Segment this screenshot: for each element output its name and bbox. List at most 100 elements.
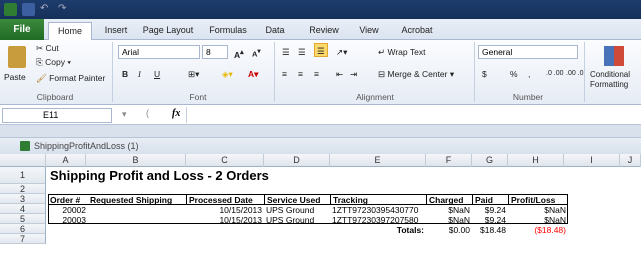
grow-font-icon[interactable]: A▴ <box>234 45 244 60</box>
row-header[interactable]: 6 <box>0 224 46 234</box>
row-header[interactable]: 4 <box>0 204 46 214</box>
function-dropdown[interactable]: ( <box>146 108 149 118</box>
row-header[interactable]: 2 <box>0 184 46 194</box>
paid-cell[interactable]: $9.24 <box>472 205 508 215</box>
number-format-select[interactable]: General <box>478 45 578 59</box>
column-header[interactable]: E <box>330 154 426 167</box>
tab-review[interactable]: Review <box>304 22 344 40</box>
tab-insert[interactable]: Insert <box>96 22 136 40</box>
font-color-icon[interactable]: A▾ <box>248 67 258 81</box>
tab-file[interactable]: File <box>0 19 44 40</box>
currency-button[interactable]: $ <box>482 67 487 81</box>
undo-icon[interactable]: ↶ <box>40 3 53 16</box>
worksheet-grid[interactable]: 1 2 3 4 5 6 7 Shipping Profit and Loss -… <box>0 167 641 259</box>
paste-button[interactable]: Paste <box>4 70 26 84</box>
column-header[interactable]: B <box>86 154 186 167</box>
charged-cell[interactable]: $NaN <box>426 205 472 215</box>
column-header[interactable]: C <box>186 154 264 167</box>
charged-cell[interactable]: $NaN <box>426 215 472 225</box>
column-header[interactable]: J <box>620 154 641 167</box>
excel-icon[interactable] <box>4 3 17 16</box>
copy-icon: ⎘ <box>36 57 46 67</box>
align-bottom-icon[interactable]: ☰ <box>314 43 328 57</box>
tab-data[interactable]: Data <box>260 22 290 40</box>
italic-button[interactable]: I <box>138 67 141 81</box>
header-cell[interactable]: Tracking <box>330 195 370 205</box>
requested-shipping-cell[interactable] <box>88 205 186 215</box>
service-cell[interactable]: UPS Ground <box>264 215 330 225</box>
column-header[interactable]: D <box>264 154 330 167</box>
tab-acrobat[interactable]: Acrobat <box>394 22 440 40</box>
chevron-down-icon[interactable]: ▾ <box>122 109 127 120</box>
row-header[interactable]: 3 <box>0 194 46 204</box>
header-cell[interactable]: Order # <box>48 195 82 205</box>
redo-icon[interactable]: ↷ <box>58 3 71 16</box>
column-header[interactable]: H <box>508 154 564 167</box>
column-header[interactable]: I <box>564 154 620 167</box>
align-center-icon[interactable]: ≡ <box>298 67 303 81</box>
increase-decimal-button[interactable]: .0 .00 <box>546 67 564 81</box>
orientation-icon[interactable]: ↗▾ <box>336 45 347 59</box>
underline-button[interactable]: U <box>154 67 160 81</box>
header-cell[interactable]: Processed Date <box>186 195 255 205</box>
font-name-select[interactable]: Arial <box>118 45 200 59</box>
wrap-text-button[interactable]: ↵ Wrap Text <box>378 45 425 59</box>
tab-page-layout[interactable]: Page Layout <box>138 22 198 40</box>
decrease-decimal-button[interactable]: .00 .0 <box>566 67 584 81</box>
row-header[interactable]: 5 <box>0 214 46 224</box>
borders-icon[interactable]: ⊞▾ <box>188 67 199 81</box>
increase-indent-icon[interactable]: ⇥ <box>350 67 357 81</box>
requested-shipping-cell[interactable] <box>88 215 186 225</box>
tab-view[interactable]: View <box>352 22 386 40</box>
column-header[interactable]: G <box>472 154 508 167</box>
shrink-font-icon[interactable]: A▾ <box>252 45 261 59</box>
percent-button[interactable]: % <box>510 67 518 81</box>
formatting-label[interactable]: Formatting <box>590 78 628 92</box>
profit-cell[interactable]: $NaN <box>508 205 568 215</box>
name-box[interactable]: E11 <box>2 108 112 123</box>
formula-input[interactable] <box>186 107 641 123</box>
total-paid-cell[interactable]: $18.48 <box>472 225 508 235</box>
processed-date-cell[interactable]: 10/15/2013 <box>186 215 264 225</box>
tracking-cell[interactable]: 1ZTT97230397207580 <box>330 215 426 225</box>
service-cell[interactable]: UPS Ground <box>264 205 330 215</box>
align-left-icon[interactable]: ≡ <box>282 67 287 81</box>
align-middle-icon[interactable]: ☰ <box>298 45 306 59</box>
align-top-icon[interactable]: ☰ <box>282 45 290 59</box>
row-header[interactable]: 1 <box>0 167 46 184</box>
decrease-indent-icon[interactable]: ⇤ <box>336 67 343 81</box>
font-size-select[interactable]: 8 <box>202 45 228 59</box>
select-all-corner[interactable] <box>0 154 46 167</box>
copy-button[interactable]: ⎘ Copy ▾ <box>36 55 71 69</box>
merge-center-button[interactable]: ⊟ Merge & Center ▾ <box>378 67 454 81</box>
format-painter-button[interactable]: 🖌 Format Painter <box>36 71 105 85</box>
comma-button[interactable]: , <box>528 67 530 81</box>
order-cell[interactable]: 20002 <box>48 205 88 215</box>
header-cell[interactable]: Service Used <box>264 195 322 205</box>
tracking-cell[interactable]: 1ZTT97230395430770 <box>330 205 426 215</box>
bold-button[interactable]: B <box>122 67 128 81</box>
column-header[interactable]: A <box>46 154 86 167</box>
header-cell[interactable]: Charged <box>426 195 465 205</box>
row-header[interactable]: 7 <box>0 234 46 244</box>
order-cell[interactable]: 20003 <box>48 215 88 225</box>
paid-cell[interactable]: $9.24 <box>472 215 508 225</box>
paste-icon[interactable] <box>8 46 26 68</box>
tab-formulas[interactable]: Formulas <box>204 22 252 40</box>
fill-color-icon[interactable]: ◈▾ <box>222 67 233 81</box>
header-cell[interactable]: Requested Shipping <box>88 195 174 205</box>
insert-function-icon[interactable]: fx <box>172 108 180 119</box>
totals-label[interactable]: Totals: <box>330 225 426 235</box>
column-header[interactable]: F <box>426 154 472 167</box>
conditional-formatting-icon[interactable] <box>604 46 624 66</box>
tab-home[interactable]: Home <box>48 22 92 40</box>
header-cell[interactable]: Profit/Loss <box>508 195 557 205</box>
total-charged-cell[interactable]: $0.00 <box>426 225 472 235</box>
align-right-icon[interactable]: ≡ <box>314 67 319 81</box>
save-icon[interactable] <box>22 3 35 16</box>
total-profit-cell[interactable]: ($18.48) <box>508 225 568 235</box>
profit-cell[interactable]: $NaN <box>508 215 568 225</box>
header-cell[interactable]: Paid <box>472 195 495 205</box>
processed-date-cell[interactable]: 10/15/2013 <box>186 205 264 215</box>
cut-button[interactable]: ✂ Cut <box>36 41 59 55</box>
